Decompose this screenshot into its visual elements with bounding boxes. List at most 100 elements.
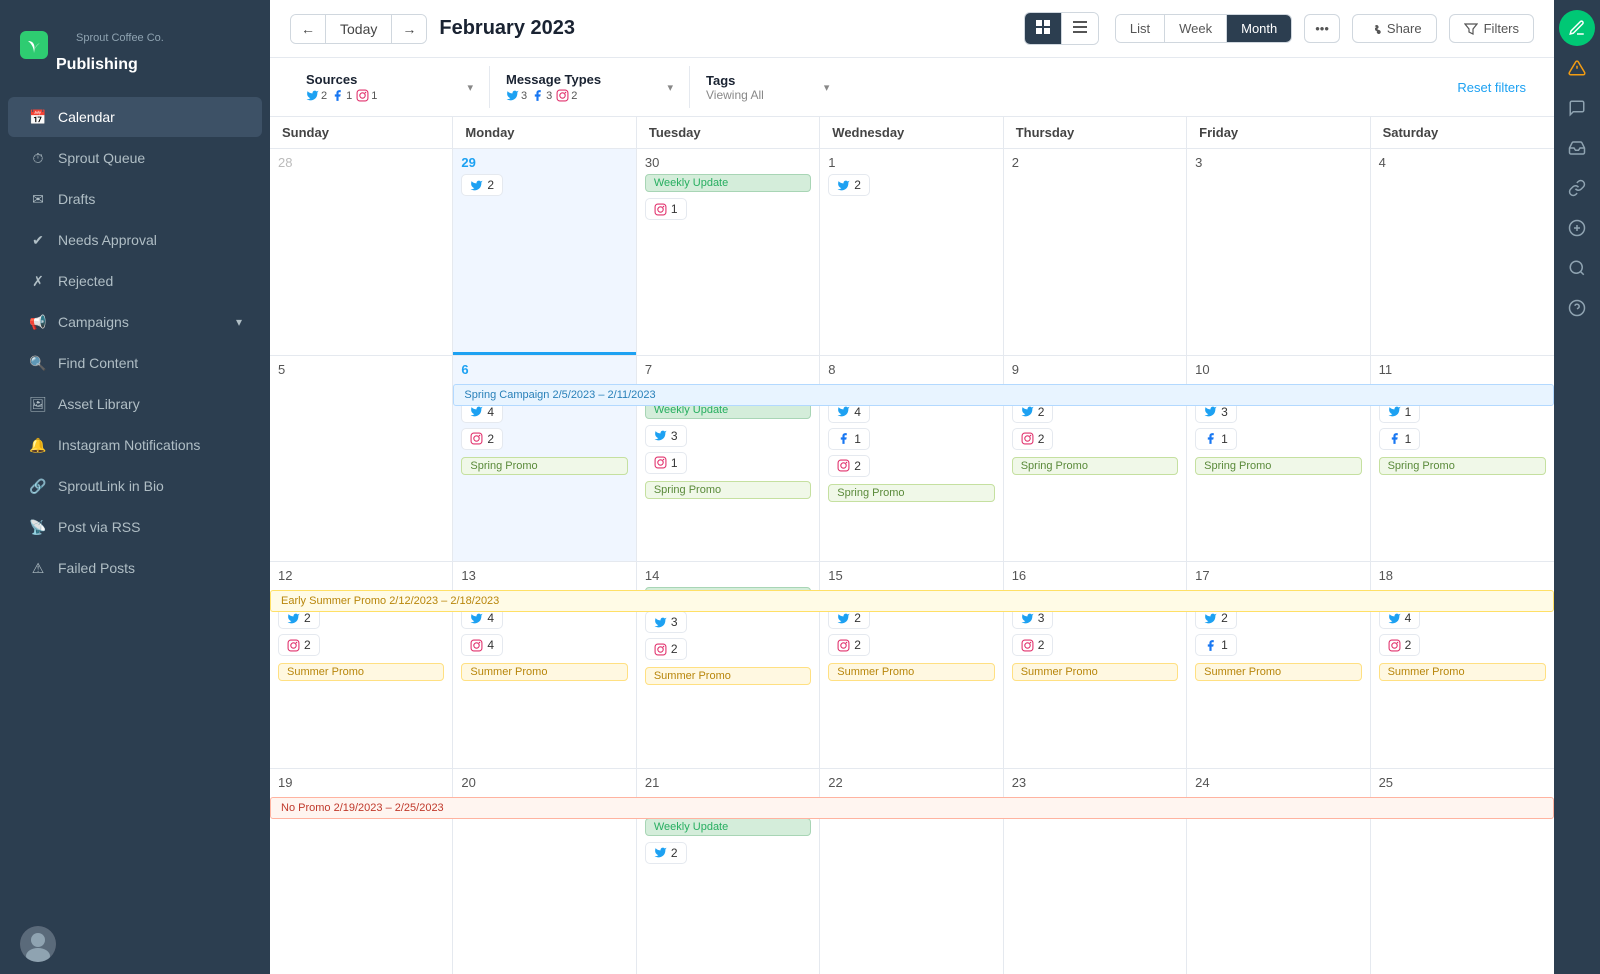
cell-feb12[interactable]: 12 2 2 Summer Promo bbox=[270, 562, 453, 768]
day-header-thu: Thursday bbox=[1004, 117, 1187, 148]
cell-feb7[interactable]: 7 Weekly Update 3 1 Spring Promo bbox=[637, 356, 820, 562]
tags-filter[interactable]: Tags Viewing All ▾ bbox=[690, 67, 890, 108]
find-content-icon: 🔍 bbox=[28, 353, 48, 373]
cell-feb3[interactable]: 3 bbox=[1187, 149, 1370, 355]
cell-feb9[interactable]: 9 2 2 Spring Promo bbox=[1004, 356, 1187, 562]
cell-feb24[interactable]: 24 bbox=[1187, 769, 1370, 974]
next-button[interactable]: → bbox=[392, 15, 426, 43]
filters-button[interactable]: Filters bbox=[1449, 14, 1534, 43]
inbox-icon[interactable] bbox=[1559, 130, 1595, 166]
more-icon: ••• bbox=[1315, 21, 1329, 36]
avatar bbox=[20, 926, 56, 962]
post-pill-tw[interactable]: 4 bbox=[461, 607, 503, 629]
plus-icon[interactable] bbox=[1559, 210, 1595, 246]
post-pill-fb[interactable]: 1 bbox=[828, 428, 870, 450]
sidebar-item-instagram-notifications[interactable]: 🔔 Instagram Notifications bbox=[8, 425, 262, 465]
week-view-button[interactable]: Week bbox=[1165, 15, 1227, 42]
post-pill-ig[interactable]: 2 bbox=[1012, 634, 1054, 656]
list-icon-view-button[interactable] bbox=[1062, 13, 1098, 44]
cell-feb17[interactable]: 17 2 1 Summer Promo bbox=[1187, 562, 1370, 768]
today-button[interactable]: Today bbox=[325, 15, 392, 43]
user-avatar-area[interactable] bbox=[0, 914, 270, 974]
post-pill-tw[interactable]: 2 bbox=[828, 607, 870, 629]
post-pill-tw[interactable]: 4 bbox=[461, 401, 503, 423]
cell-feb10[interactable]: 10 3 1 Spring Promo bbox=[1187, 356, 1370, 562]
share-button[interactable]: Share bbox=[1352, 14, 1437, 43]
sidebar-item-post-via-rss[interactable]: 📡 Post via RSS bbox=[8, 507, 262, 547]
post-pill-tw[interactable]: 3 bbox=[1195, 401, 1237, 423]
cell-feb1[interactable]: 1 2 bbox=[820, 149, 1003, 355]
cell-feb2[interactable]: 2 bbox=[1004, 149, 1187, 355]
messages-icon[interactable] bbox=[1559, 90, 1595, 126]
cell-feb19[interactable]: 19 bbox=[270, 769, 453, 974]
sidebar-item-campaigns[interactable]: 📢 Campaigns ▾ bbox=[8, 302, 262, 342]
post-pill-tw[interactable]: 3 bbox=[645, 611, 687, 633]
post-pill-tw[interactable]: 2 bbox=[828, 174, 870, 196]
sources-chevron: ▾ bbox=[467, 81, 473, 94]
alert-icon[interactable] bbox=[1559, 50, 1595, 86]
cell-feb16[interactable]: 16 3 2 Summer Promo bbox=[1004, 562, 1187, 768]
cell-feb14[interactable]: 14 Weekly Update 3 2 Summer Promo bbox=[637, 562, 820, 768]
sidebar-item-find-content[interactable]: 🔍 Find Content bbox=[8, 343, 262, 383]
sidebar-item-rejected[interactable]: ✗ Rejected bbox=[8, 261, 262, 301]
post-pill-ig[interactable]: 1 bbox=[645, 198, 687, 220]
post-pill-tw[interactable]: 2 bbox=[645, 842, 687, 864]
cell-feb21[interactable]: 21 Weekly Update 2 bbox=[637, 769, 820, 974]
post-pill-tw[interactable]: 2 bbox=[461, 174, 503, 196]
post-pill-ig[interactable]: 2 bbox=[1379, 634, 1421, 656]
cell-feb18[interactable]: 18 4 2 Summer Promo bbox=[1371, 562, 1554, 768]
prev-button[interactable]: ← bbox=[291, 15, 325, 43]
post-pill-ig[interactable]: 2 bbox=[828, 634, 870, 656]
sources-filter[interactable]: Sources 2 1 1 ▾ bbox=[290, 66, 490, 108]
message-types-filter[interactable]: Message Types 3 3 2 ▾ bbox=[490, 66, 690, 108]
help-icon[interactable] bbox=[1559, 290, 1595, 326]
sidebar-item-needs-approval[interactable]: ✔ Needs Approval bbox=[8, 220, 262, 260]
cell-feb8[interactable]: 8 4 1 2 Spri bbox=[820, 356, 1003, 562]
cell-jan28[interactable]: 28 bbox=[270, 149, 453, 355]
search-icon[interactable] bbox=[1559, 250, 1595, 286]
month-view-button[interactable]: Month bbox=[1227, 15, 1291, 42]
sidebar-item-sproutlink-in-bio[interactable]: 🔗 SproutLink in Bio bbox=[8, 466, 262, 506]
link-icon[interactable] bbox=[1559, 170, 1595, 206]
sidebar-item-asset-library[interactable]: 🖼 Asset Library bbox=[8, 384, 262, 424]
post-pill-fb[interactable]: 1 bbox=[1195, 634, 1237, 656]
cell-jan30[interactable]: 30 Weekly Update 1 bbox=[637, 149, 820, 355]
cell-feb5[interactable]: 5 bbox=[270, 356, 453, 562]
cell-feb11[interactable]: 11 1 1 Spring Promo bbox=[1371, 356, 1554, 562]
cell-jan29[interactable]: 29 2 bbox=[453, 149, 636, 355]
list-view-button[interactable]: List bbox=[1116, 15, 1165, 42]
reset-filters-button[interactable]: Reset filters bbox=[1457, 80, 1534, 95]
sidebar-item-calendar[interactable]: 📅 Calendar bbox=[8, 97, 262, 137]
cell-feb15[interactable]: 15 2 2 Summer Promo bbox=[820, 562, 1003, 768]
post-pill-tw[interactable]: 2 bbox=[278, 607, 320, 629]
cell-feb25[interactable]: 25 bbox=[1371, 769, 1554, 974]
post-pill-ig[interactable]: 1 bbox=[645, 452, 687, 474]
cell-feb6[interactable]: 6 4 2 Spring Promo bbox=[453, 356, 636, 562]
post-pill-ig2[interactable]: 2 bbox=[828, 455, 870, 477]
more-options-button[interactable]: ••• bbox=[1304, 14, 1340, 43]
post-pill-tw[interactable]: 2 bbox=[1195, 607, 1237, 629]
post-pill-tw[interactable]: 4 bbox=[828, 401, 870, 423]
grid-view-button[interactable] bbox=[1025, 13, 1062, 44]
post-pill-ig[interactable]: 2 bbox=[278, 634, 320, 656]
cell-feb23[interactable]: 23 bbox=[1004, 769, 1187, 974]
cell-feb20[interactable]: 20 bbox=[453, 769, 636, 974]
post-pill-tw[interactable]: 3 bbox=[1012, 607, 1054, 629]
post-pill-tw[interactable]: 1 bbox=[1379, 401, 1421, 423]
post-pill-fb[interactable]: 1 bbox=[1379, 428, 1421, 450]
sidebar-item-sprout-queue[interactable]: ⏱ Sprout Queue bbox=[8, 138, 262, 178]
post-pill-fb[interactable]: 1 bbox=[1195, 428, 1237, 450]
post-pill-tw[interactable]: 2 bbox=[1012, 401, 1054, 423]
sidebar-item-drafts[interactable]: ✉ Drafts bbox=[8, 179, 262, 219]
cell-feb13[interactable]: 13 4 4 Summer Promo bbox=[453, 562, 636, 768]
sidebar-item-failed-posts[interactable]: ⚠ Failed Posts bbox=[8, 548, 262, 588]
cell-feb22[interactable]: 22 bbox=[820, 769, 1003, 974]
post-pill-ig[interactable]: 2 bbox=[645, 638, 687, 660]
post-pill-tw[interactable]: 4 bbox=[1379, 607, 1421, 629]
post-pill-ig[interactable]: 2 bbox=[1012, 428, 1054, 450]
post-pill-tw[interactable]: 3 bbox=[645, 425, 687, 447]
compose-button[interactable] bbox=[1559, 10, 1595, 46]
post-pill-ig[interactable]: 2 bbox=[461, 428, 503, 450]
post-pill-ig[interactable]: 4 bbox=[461, 634, 503, 656]
cell-feb4[interactable]: 4 bbox=[1371, 149, 1554, 355]
